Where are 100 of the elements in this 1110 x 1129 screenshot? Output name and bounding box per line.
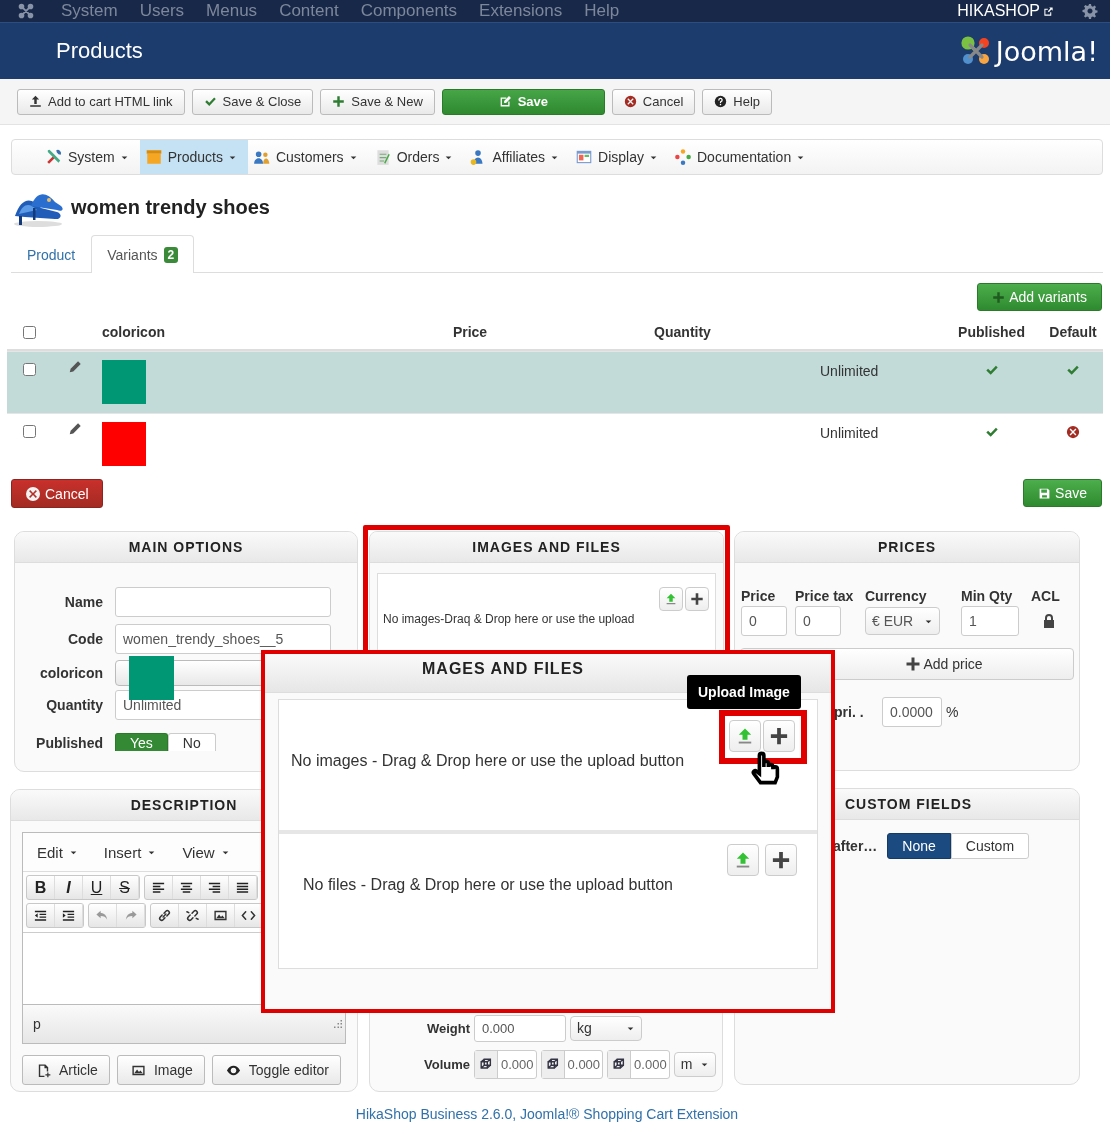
input-field[interactable]: 0.000 [540, 1049, 604, 1079]
toolbar-button[interactable]: Save & Close [191, 88, 314, 115]
tools-icon [45, 148, 63, 166]
align-right-icon [207, 880, 222, 895]
plus-icon [690, 592, 704, 606]
field-label: Name [63, 593, 103, 610]
dots-icon [674, 148, 692, 166]
column-header: ACL [1031, 588, 1061, 604]
format-button[interactable]: I [55, 876, 83, 899]
lock-icon [1041, 613, 1057, 629]
editor-menu[interactable]: View [182, 843, 230, 861]
field-label: coloricon [39, 665, 103, 681]
admin-menu-item[interactable]: Users [139, 1, 185, 21]
logo-icon [959, 35, 992, 67]
cube-icon [479, 1057, 493, 1071]
admin-menu-item[interactable]: Content [279, 1, 339, 21]
settings-icon [1082, 3, 1098, 19]
footer-link[interactable]: HikaShop Business 2.6.0, Joomla!® Shopping Cart Extension [355, 1106, 739, 1122]
currency-select[interactable]: € EUR [865, 607, 940, 635]
admin-menu-item[interactable]: System [61, 1, 118, 21]
site-link[interactable]: HIKASHOP [957, 2, 1040, 20]
admin-menu-item[interactable]: Menus [206, 1, 258, 21]
format-button[interactable]: S [111, 876, 139, 899]
drop-zone-text: No images - Drag & Drop here or use the upload button [291, 752, 685, 770]
field-label: Published [35, 735, 103, 751]
checkmark-icon [984, 363, 999, 377]
pencil-icon [68, 360, 82, 374]
table-row[interactable]: Unlimited [7, 351, 1103, 413]
input-field[interactable]: women_trendy_shoes__5 [115, 623, 331, 654]
toggle-option[interactable]: Custom [950, 833, 1030, 859]
toolbar-button[interactable]: Cancel [611, 88, 696, 115]
add-button[interactable] [765, 844, 797, 876]
add-variants-button[interactable]: Add variants [977, 283, 1102, 311]
tab[interactable]: Variants 2 [91, 235, 195, 273]
input-field[interactable] [115, 586, 331, 617]
input-field[interactable]: 1 [961, 606, 1019, 636]
save-button[interactable]: Save [1023, 479, 1102, 507]
menu-item[interactable]: Orders [368, 140, 465, 174]
toolbar-button[interactable]: Save [441, 88, 605, 115]
editor-button[interactable]: Article [22, 1055, 110, 1085]
unit-select[interactable]: kg [570, 1015, 642, 1041]
plus-icon [332, 95, 346, 108]
input-field[interactable]: 0 [795, 606, 841, 636]
editor-menu[interactable]: Edit [37, 843, 78, 861]
admin-menu-item[interactable]: Extensions [479, 1, 563, 21]
menu-item[interactable]: System [40, 140, 140, 174]
field-label: Weight [425, 1020, 470, 1036]
menu-item[interactable]: Display [570, 140, 669, 174]
plus-icon [992, 290, 1006, 304]
admin-menu-item[interactable]: Help [584, 1, 620, 21]
save-icon [1038, 486, 1052, 500]
input-field[interactable]: 0 [741, 606, 787, 636]
plus-icon [905, 656, 922, 672]
add-button[interactable] [763, 720, 795, 752]
cancel-icon [1066, 425, 1080, 439]
menu-item[interactable]: Products [139, 140, 248, 174]
toggle-option[interactable]: No [167, 733, 216, 751]
drop-zone-text: No files - Drag & Drop here or use the upload button [303, 876, 673, 894]
toolbar-button[interactable]: Save & New [320, 88, 435, 115]
editor-button[interactable]: Toggle editor [211, 1055, 341, 1085]
input-field[interactable]: 0.000 [474, 1014, 566, 1042]
checkbox[interactable] [22, 325, 36, 339]
admin-menu-item[interactable]: Components [360, 1, 458, 21]
input-field[interactable]: 0.000 [474, 1049, 537, 1079]
unit-label: % [946, 704, 959, 720]
menu-item[interactable]: Customers [247, 140, 369, 174]
status-path: p [33, 1016, 41, 1032]
table-row[interactable]: Unlimited [7, 413, 1103, 475]
cube-icon [545, 1057, 560, 1071]
plus-icon [771, 850, 791, 870]
field-label: Quantity [45, 697, 103, 713]
add-button[interactable] [685, 587, 709, 611]
tab[interactable]: Product [11, 236, 92, 273]
toggle-option[interactable]: Yes [115, 733, 168, 751]
format-button[interactable]: B [27, 876, 55, 899]
menu-item[interactable]: Affiliates [464, 140, 571, 174]
input-field[interactable]: 0.000 [607, 1049, 670, 1079]
people-icon [252, 148, 271, 166]
toolbar-button[interactable]: Add to cart HTML link [17, 88, 185, 115]
column-header: Quantity [653, 324, 712, 340]
pencil-icon [68, 422, 82, 436]
column-header: Price tax [795, 588, 855, 604]
drop-zone[interactable]: No files - Drag & Drop here or use the upload button [279, 834, 817, 968]
unit-select[interactable]: m [673, 1051, 716, 1077]
page-title: Products [56, 38, 143, 64]
editor-button[interactable]: Image [116, 1055, 205, 1085]
checkbox[interactable] [22, 425, 36, 438]
format-button[interactable]: U [83, 876, 111, 899]
drop-zone-text: No images-Draq & Drop here or use the upload [383, 612, 635, 626]
menu-item[interactable]: Documentation [669, 140, 817, 174]
input-field[interactable]: 0.0000 [882, 697, 942, 727]
editor-menu[interactable]: Insert [103, 843, 157, 861]
resize-grip-icon [334, 1020, 342, 1028]
checkbox[interactable] [22, 363, 36, 376]
toggle-option[interactable]: None [887, 833, 951, 859]
outdent-icon [33, 908, 48, 923]
toolbar-button[interactable]: Help [702, 88, 773, 115]
cancel-button[interactable]: Cancel [11, 479, 103, 508]
cancel-icon [25, 485, 41, 502]
tooltip: Upload Image [687, 675, 801, 709]
